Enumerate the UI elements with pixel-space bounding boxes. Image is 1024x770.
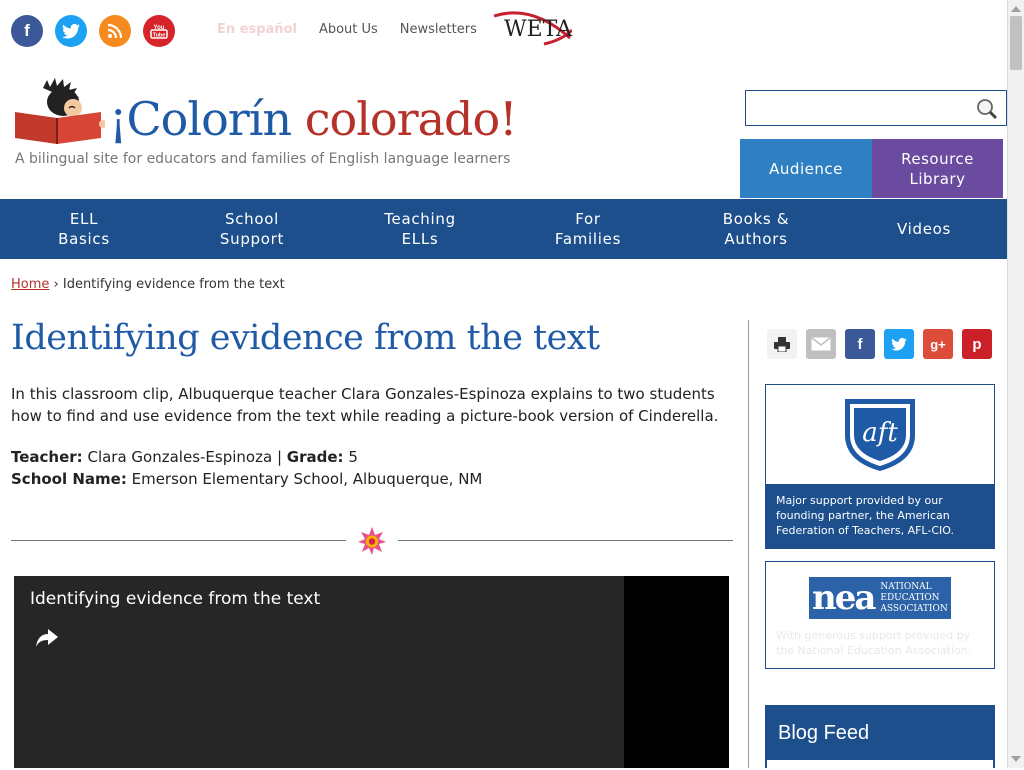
flower-icon (358, 527, 386, 555)
school-label: School Name: (11, 470, 127, 488)
nav-item-teaching-ells[interactable]: Teaching ELLs (336, 199, 504, 259)
email-icon[interactable] (806, 329, 836, 359)
rss-icon[interactable] (99, 15, 131, 47)
twitter-share-icon[interactable] (884, 329, 914, 359)
spanish-link[interactable]: En español (217, 22, 297, 37)
nav-item-videos[interactable]: Videos (840, 199, 1008, 259)
reading-child-icon (15, 78, 105, 144)
site-logo[interactable]: ¡Colorín colorado! (13, 78, 518, 148)
blog-feed-body (767, 760, 993, 770)
teacher-name: Clara Gonzales-Espinoza (87, 448, 273, 466)
school-name: Emerson Elementary School, Albuquerque, … (131, 470, 483, 488)
svg-text:aft: aft (862, 418, 898, 448)
video-player[interactable]: Identifying evidence from the text (14, 576, 729, 768)
print-icon[interactable] (767, 329, 797, 359)
article-intro: In this classroom clip, Albuquerque teac… (11, 385, 719, 425)
sidebar-divider (748, 320, 749, 768)
divider-ornament (346, 524, 398, 558)
page-scrollbar[interactable] (1007, 0, 1024, 768)
article-meta: Teacher: Clara Gonzales-Espinoza | Grade… (11, 446, 482, 490)
social-links: f You Tube (11, 15, 175, 47)
meta-separator: | (276, 448, 282, 466)
pinterest-share-icon[interactable]: p (962, 329, 992, 359)
breadcrumb-home[interactable]: Home (11, 277, 49, 292)
search-box (745, 90, 1007, 126)
scroll-down-icon[interactable] (1011, 756, 1021, 762)
breadcrumb: Home › Identifying evidence from the tex… (11, 277, 285, 292)
site-tagline: A bilingual site for educators and famil… (15, 151, 511, 167)
grade-value: 5 (348, 448, 358, 466)
about-link[interactable]: About Us (319, 22, 378, 37)
nav-item-ell-basics[interactable]: ELL Basics (0, 199, 168, 259)
main-nav: ELL Basics School Support Teaching ELLs … (0, 199, 1008, 259)
youtube-icon[interactable]: You Tube (143, 15, 175, 47)
blog-feed: Blog Feed (765, 705, 995, 770)
nav-item-school-support[interactable]: School Support (168, 199, 336, 259)
facebook-icon[interactable]: f (11, 15, 43, 47)
nav-item-books-authors[interactable]: Books & Authors (672, 199, 840, 259)
aft-shield-logo: aft (845, 399, 915, 471)
breadcrumb-current: Identifying evidence from the text (62, 277, 285, 292)
resource-library-tab[interactable]: Resource Library (872, 139, 1003, 198)
video-title[interactable]: Identifying evidence from the text (30, 589, 320, 609)
svg-text:Tube: Tube (153, 33, 166, 39)
googleplus-share-icon[interactable]: g+ (923, 329, 953, 359)
audience-tab[interactable]: Audience (740, 139, 872, 198)
svg-text:You: You (154, 25, 165, 31)
grade-label: Grade: (286, 448, 344, 466)
twitter-icon[interactable] (55, 15, 87, 47)
top-links: En español About Us Newsletters (217, 22, 477, 37)
nea-logo-text: nea (812, 578, 876, 618)
scroll-up-icon[interactable] (1011, 6, 1021, 12)
page-title: Identifying evidence from the text (11, 318, 600, 358)
aft-sponsor[interactable]: aft Major support provided by our foundi… (765, 384, 995, 549)
share-buttons: f g+ p (767, 329, 992, 359)
weta-logo[interactable]: WETA (492, 10, 572, 46)
search-input[interactable] (752, 92, 976, 126)
nea-sponsor[interactable]: nea NATIONAL EDUCATION ASSOCIATION With … (765, 561, 995, 669)
weta-text: WETA (504, 17, 573, 42)
nea-caption: With generous support provided by the Na… (776, 629, 972, 657)
aft-caption: Major support provided by our founding p… (766, 484, 994, 548)
breadcrumb-separator: › (49, 277, 63, 292)
blog-feed-title: Blog Feed (778, 722, 870, 744)
search-icon[interactable] (976, 98, 998, 120)
teacher-label: Teacher: (11, 448, 83, 466)
nav-item-for-families[interactable]: For Families (504, 199, 672, 259)
site-title: ¡Colorín colorado! (109, 92, 518, 146)
facebook-share-icon[interactable]: f (845, 329, 875, 359)
scrollbar-thumb[interactable] (1010, 16, 1022, 70)
newsletters-link[interactable]: Newsletters (400, 22, 477, 37)
share-arrow-icon[interactable] (34, 626, 60, 650)
nea-logo: nea NATIONAL EDUCATION ASSOCIATION (809, 577, 951, 619)
nea-logo-name: NATIONAL EDUCATION ASSOCIATION (880, 581, 948, 614)
